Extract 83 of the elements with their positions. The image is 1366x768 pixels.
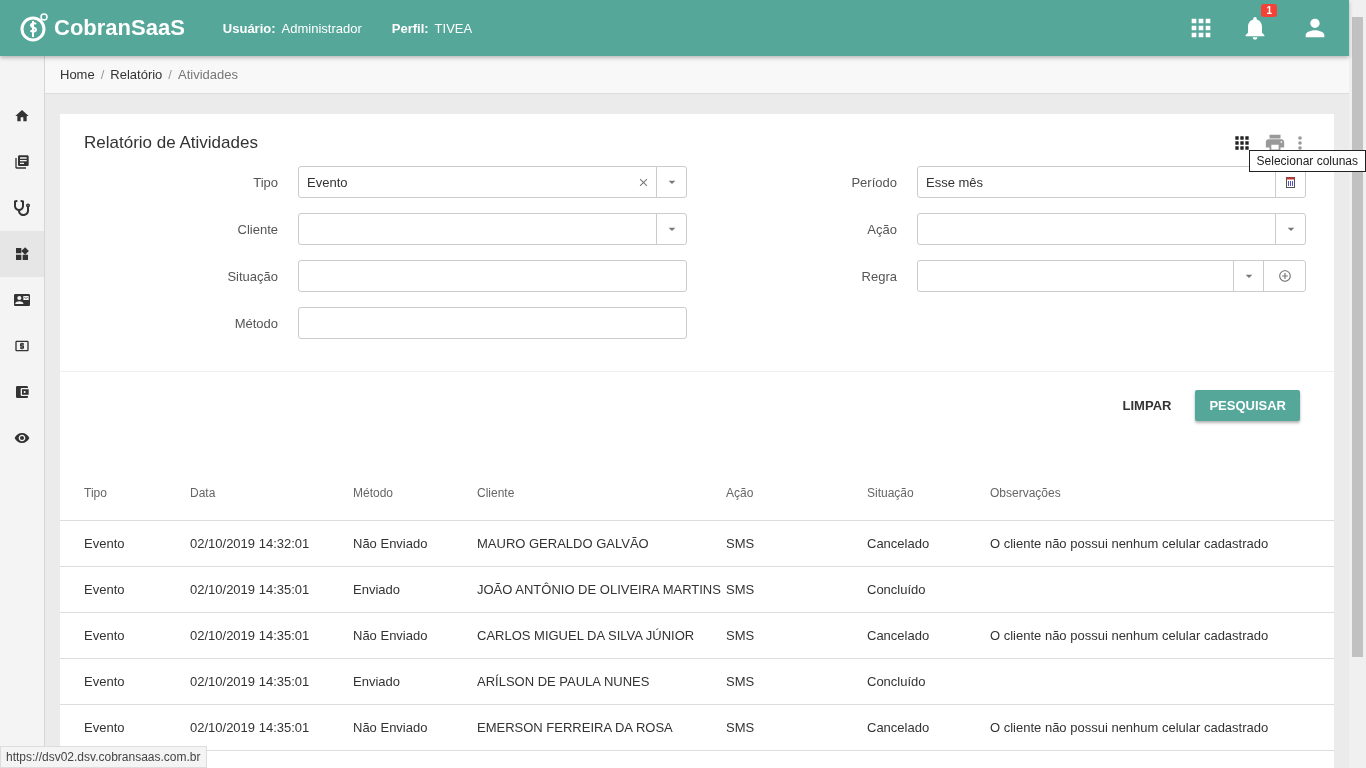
table-cell-text: 02/10/2019 14:32:01 (190, 536, 311, 551)
breadcrumb-separator: / (168, 67, 172, 82)
add-icon (1277, 269, 1292, 283)
field-label: Tipo (252, 174, 278, 190)
table-cell-text: Concluído (867, 582, 927, 597)
field-label: Cliente (236, 221, 278, 237)
table-cell-text: EMERSON FERREIRA DA ROSA (477, 720, 674, 735)
logo-icon (20, 13, 50, 43)
table-cell-text: SMS (726, 628, 756, 643)
field-frame[interactable] (298, 260, 687, 292)
widgets-icon (14, 246, 30, 262)
column-header: Situação (867, 485, 915, 500)
table-cell-text: MAURO GERALDO GALVÃO (477, 536, 650, 551)
table-cell-text: Cancelado (867, 720, 931, 735)
field-frame[interactable] (917, 260, 1306, 292)
field-label: Regra (860, 268, 897, 284)
table-cell-text: Não Enviado (353, 628, 429, 643)
breadcrumb-link[interactable]: Home (60, 67, 95, 82)
field-label: Método (233, 315, 278, 331)
table-cell-text: Evento (84, 628, 126, 643)
field-label: Situação (226, 268, 278, 284)
table-cell-text: Cancelado (867, 628, 931, 643)
table-cell-text: SMS (726, 720, 756, 735)
column-header: Observações (990, 485, 1062, 500)
table-cell-text: Concluído (867, 674, 927, 689)
field-label: Período (850, 174, 897, 190)
table-cell-text: Cancelado (867, 536, 931, 551)
user-name: Administrador (281, 20, 362, 36)
table-cell-text: 02/10/2019 14:35:01 (190, 582, 311, 597)
table-cell-text: SMS (726, 536, 756, 551)
table-cell-text: Enviado (353, 582, 401, 597)
profile-name: TIVEA (434, 20, 473, 36)
calendar-icon (1286, 176, 1295, 188)
card-title: Relatório de Atividades (84, 133, 258, 153)
column-header: Data (190, 485, 217, 500)
breadcrumb-separator: / (100, 67, 105, 82)
table-cell-text: SMS (726, 582, 756, 597)
table-cell-text: Evento (84, 582, 126, 597)
table-cell-text: Evento (84, 674, 126, 689)
notification-badge: 1 (1261, 4, 1277, 17)
table-cell-text: Não Enviado (353, 536, 429, 551)
column-header: Ação (726, 485, 755, 500)
table-cell-text: CARLOS MIGUEL DA SILVA JÚNIOR (477, 628, 696, 643)
column-header: Método (353, 485, 395, 500)
field-label: Ação (866, 221, 897, 237)
wallet-icon (14, 384, 30, 400)
table-cell-text: Evento (84, 720, 126, 735)
columns-button[interactable] (1232, 133, 1252, 153)
money-icon (14, 338, 30, 354)
grid-icon (1232, 133, 1252, 153)
profile-label: Perfil: (391, 20, 429, 36)
column-header: Cliente (477, 485, 516, 500)
brand-name: CobranSaaS (54, 15, 185, 41)
more-icon (1298, 136, 1302, 150)
field-frame[interactable]: Evento (298, 166, 687, 198)
sidebar-item[interactable] (0, 231, 44, 277)
clear-filters-button[interactable]: LIMPAR (1114, 390, 1180, 421)
table-cell-text: SMS (726, 674, 756, 689)
user-label: Usuário: (222, 20, 276, 36)
table-cell-text: JOÃO ANTÔNIO DE OLIVEIRA MARTINS (477, 582, 722, 597)
eye-icon (14, 430, 30, 446)
table-cell-text: O cliente não possui nenhum celular cadastrado (990, 720, 1270, 735)
table-cell-text: O cliente não possui nenhum celular cadastrado (990, 628, 1270, 643)
status-url: https://dsv02.dsv.cobransaas.com.br (0, 746, 207, 768)
contact-card-icon (14, 292, 30, 308)
home-icon (14, 108, 30, 124)
table-cell-text: ARÍLSON DE PAULA NUNES (477, 674, 651, 689)
field-frame[interactable] (298, 307, 687, 339)
table-cell-text: Evento (84, 536, 126, 551)
tooltip: Selecionar colunas (1248, 150, 1366, 172)
stethoscope-icon (14, 200, 30, 216)
column-header: Tipo (84, 485, 108, 500)
table-cell-text: Enviado (353, 674, 401, 689)
table-cell-text: 02/10/2019 14:35:01 (190, 720, 311, 735)
books-icon (14, 154, 30, 170)
table-cell-text: Não Enviado (353, 720, 429, 735)
table-cell-text: O cliente não possui nenhum celular cadastrado (990, 536, 1270, 551)
more-button[interactable] (1298, 136, 1302, 150)
table-cell-text: 02/10/2019 14:35:01 (190, 674, 311, 689)
text-input[interactable]: Evento (299, 167, 631, 197)
breadcrumb-link[interactable]: Relatório (110, 67, 163, 82)
table-cell-text: 02/10/2019 14:35:01 (190, 628, 311, 643)
breadcrumb-link[interactable]: Atividades (177, 67, 238, 82)
